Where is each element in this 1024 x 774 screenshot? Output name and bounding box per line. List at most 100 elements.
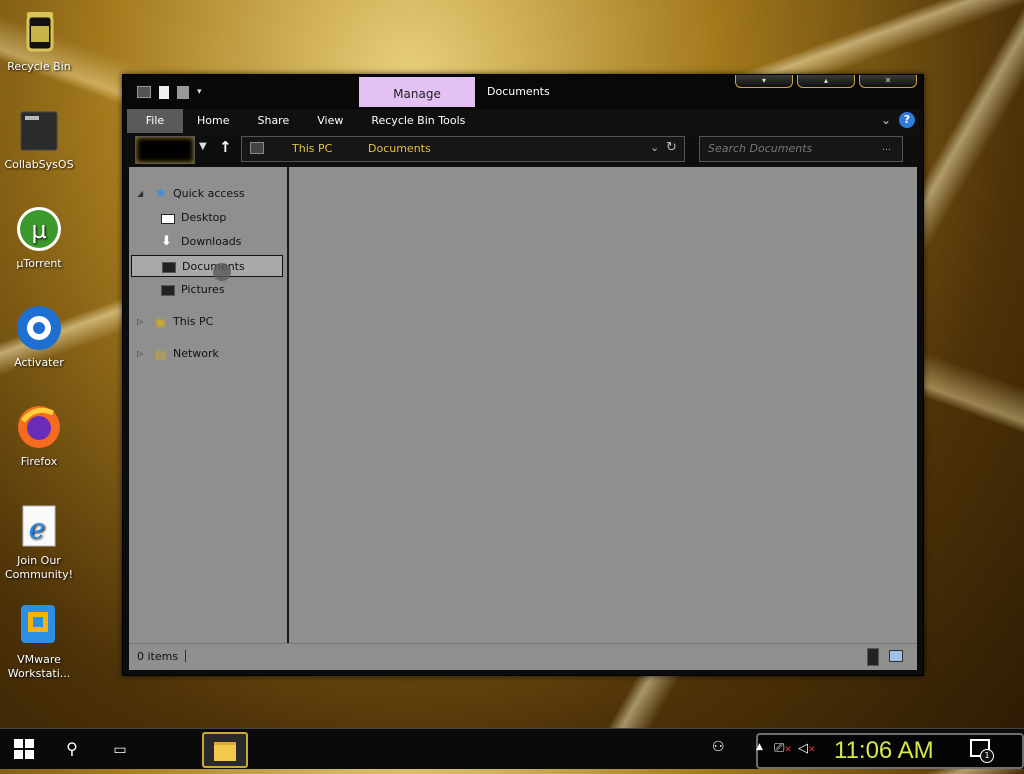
desktop-icon-vmware[interactable]: VMware Workstati... bbox=[4, 601, 74, 681]
desktop-icon-label: µTorrent bbox=[16, 257, 62, 270]
search-input[interactable] bbox=[706, 141, 880, 156]
item-count: 0 items bbox=[137, 650, 179, 663]
breadcrumb-documents[interactable]: Documents bbox=[368, 142, 431, 155]
desktop-icon-label: Activater bbox=[14, 356, 64, 369]
tab-manage[interactable]: Manage bbox=[359, 77, 475, 107]
desktop-icon-recycle-bin[interactable]: Recycle Bin bbox=[4, 8, 74, 74]
desktop-icon-activater[interactable]: Activater bbox=[4, 304, 74, 370]
sidebar-item-this-pc[interactable]: ▷ ▣ This PC bbox=[129, 311, 281, 333]
navigation-pane: ◢ ★ Quick access Desktop ⬇ Downloads Doc… bbox=[129, 167, 289, 643]
tab-home[interactable]: Home bbox=[183, 109, 243, 133]
download-arrow-icon: ⬇ bbox=[161, 234, 172, 249]
sidebar-item-network[interactable]: ▷ ▤ Network bbox=[129, 343, 281, 365]
content-area: ◢ ★ Quick access Desktop ⬇ Downloads Doc… bbox=[129, 167, 917, 643]
minimize-button[interactable]: ▾ bbox=[735, 75, 793, 88]
volume-muted-icon[interactable]: ◁✕ bbox=[798, 741, 816, 756]
expand-arrow-icon[interactable]: ▷ bbox=[137, 343, 143, 365]
recent-locations-icon[interactable]: ▼ bbox=[199, 141, 207, 152]
pictures-icon bbox=[161, 285, 175, 296]
sidebar-item-quick-access[interactable]: ◢ ★ Quick access bbox=[129, 183, 281, 205]
desktop-icon-label: Join Our Community! bbox=[4, 554, 74, 581]
desktop-icon-collabsysos[interactable]: CollabSysOS bbox=[4, 106, 74, 172]
close-button[interactable]: ✕ bbox=[859, 75, 917, 88]
window-title: Documents bbox=[487, 85, 550, 98]
refresh-icon[interactable]: ↻ bbox=[666, 140, 677, 155]
window-controls: ▾ ▴ ✕ bbox=[735, 75, 917, 89]
taskbar-file-explorer[interactable] bbox=[202, 732, 248, 768]
sidebar-item-label: Network bbox=[173, 347, 219, 360]
file-explorer-window: ▾ Manage Documents ▾ ▴ ✕ File Home Share… bbox=[122, 74, 924, 676]
maximize-button[interactable]: ▴ bbox=[797, 75, 855, 88]
sidebar-item-label: Quick access bbox=[173, 187, 245, 200]
task-view-button[interactable]: ▭ bbox=[100, 729, 140, 769]
svg-text:e: e bbox=[29, 512, 46, 545]
sidebar-item-documents[interactable]: Documents bbox=[131, 255, 283, 277]
clock[interactable]: 11:06 AM bbox=[834, 737, 934, 765]
desktop-icon-label: CollabSysOS bbox=[4, 158, 74, 171]
breadcrumb-this-pc[interactable]: This PC bbox=[292, 142, 332, 155]
details-view-icon[interactable] bbox=[867, 648, 879, 666]
file-explorer-icon bbox=[214, 742, 236, 761]
sidebar-item-pictures[interactable]: Pictures bbox=[129, 279, 281, 301]
sidebar-item-downloads[interactable]: ⬇ Downloads bbox=[129, 231, 281, 253]
up-arrow-icon[interactable]: ↑ bbox=[219, 138, 232, 156]
large-icons-view-icon[interactable] bbox=[889, 650, 903, 662]
firefox-icon bbox=[15, 403, 63, 451]
tab-file[interactable]: File bbox=[127, 109, 183, 133]
help-icon[interactable]: ? bbox=[899, 112, 915, 128]
navigation-bar: ▼ ↑ This PC Documents ⌄ ↻ … bbox=[127, 133, 919, 167]
documents-icon bbox=[162, 262, 176, 273]
expand-arrow-icon[interactable]: ▷ bbox=[137, 311, 143, 333]
quick-access-toolbar: ▾ bbox=[137, 83, 202, 101]
desktop-icon-join-community[interactable]: e Join Our Community! bbox=[4, 502, 74, 582]
vmware-icon bbox=[15, 601, 63, 649]
collapse-arrow-icon[interactable]: ◢ bbox=[137, 183, 143, 205]
sidebar-item-label: This PC bbox=[173, 315, 214, 328]
expand-ribbon-icon[interactable]: ⌄ bbox=[881, 113, 891, 127]
show-hidden-icons-button[interactable]: ▲ bbox=[756, 742, 763, 752]
back-button[interactable] bbox=[135, 136, 195, 164]
desktop-icon-label: Firefox bbox=[20, 455, 58, 468]
activater-icon bbox=[15, 304, 63, 352]
search-icon: ⚲ bbox=[66, 739, 78, 758]
ribbon-controls: ⌄ ? bbox=[881, 112, 915, 128]
desktop-icon-utorrent[interactable]: µ µTorrent bbox=[4, 205, 74, 271]
folder-icon bbox=[250, 142, 264, 154]
taskbar: ⚲ ▭ ⚇ ▲ ⎚✕ ◁✕ 11:06 AM 1 bbox=[0, 728, 1024, 769]
recycle-bin-icon bbox=[15, 8, 63, 56]
sidebar-item-label: Downloads bbox=[181, 235, 242, 248]
search-button[interactable]: ⚲ bbox=[52, 729, 92, 769]
desktop-icon-label: VMware Workstati... bbox=[7, 653, 71, 680]
notifications-button[interactable]: 1 bbox=[970, 739, 994, 763]
folder-icon[interactable] bbox=[137, 86, 151, 98]
search-icon[interactable]: … bbox=[882, 143, 891, 153]
internet-explorer-icon: e bbox=[15, 502, 63, 550]
tab-recycle-bin-tools[interactable]: Recycle Bin Tools bbox=[357, 109, 479, 133]
network-icon: ▤ bbox=[155, 347, 167, 361]
mouse-cursor bbox=[213, 263, 231, 281]
people-icon[interactable]: ⚇ bbox=[712, 739, 725, 755]
start-button[interactable] bbox=[4, 729, 44, 769]
address-bar[interactable]: This PC Documents ⌄ ↻ bbox=[241, 136, 685, 162]
desktop-icon-firefox[interactable]: Firefox bbox=[4, 403, 74, 469]
notification-count: 1 bbox=[980, 749, 994, 763]
title-bar[interactable]: ▾ Manage Documents ▾ ▴ ✕ bbox=[123, 75, 923, 109]
desktop-icon-label: Recycle Bin bbox=[7, 60, 71, 73]
folder-icon bbox=[15, 106, 63, 154]
chevron-down-icon[interactable]: ▾ bbox=[197, 87, 202, 97]
sidebar-item-label: Desktop bbox=[181, 211, 227, 224]
properties-icon[interactable] bbox=[159, 85, 169, 99]
tab-view[interactable]: View bbox=[303, 109, 357, 133]
computer-icon: ▣ bbox=[155, 315, 167, 329]
tab-share[interactable]: Share bbox=[243, 109, 303, 133]
windows-logo-icon bbox=[14, 739, 34, 759]
ribbon-tabs: File Home Share View Recycle Bin Tools ⌄… bbox=[127, 109, 919, 133]
sidebar-item-desktop[interactable]: Desktop bbox=[129, 207, 281, 229]
new-folder-icon[interactable] bbox=[177, 85, 189, 99]
search-box[interactable]: … bbox=[699, 136, 903, 162]
star-icon: ★ bbox=[155, 186, 167, 201]
network-status-icon[interactable]: ⎚✕ bbox=[774, 741, 792, 756]
status-bar: 0 items bbox=[129, 643, 917, 670]
task-view-icon: ▭ bbox=[113, 742, 127, 758]
chevron-down-icon[interactable]: ⌄ bbox=[650, 141, 659, 154]
